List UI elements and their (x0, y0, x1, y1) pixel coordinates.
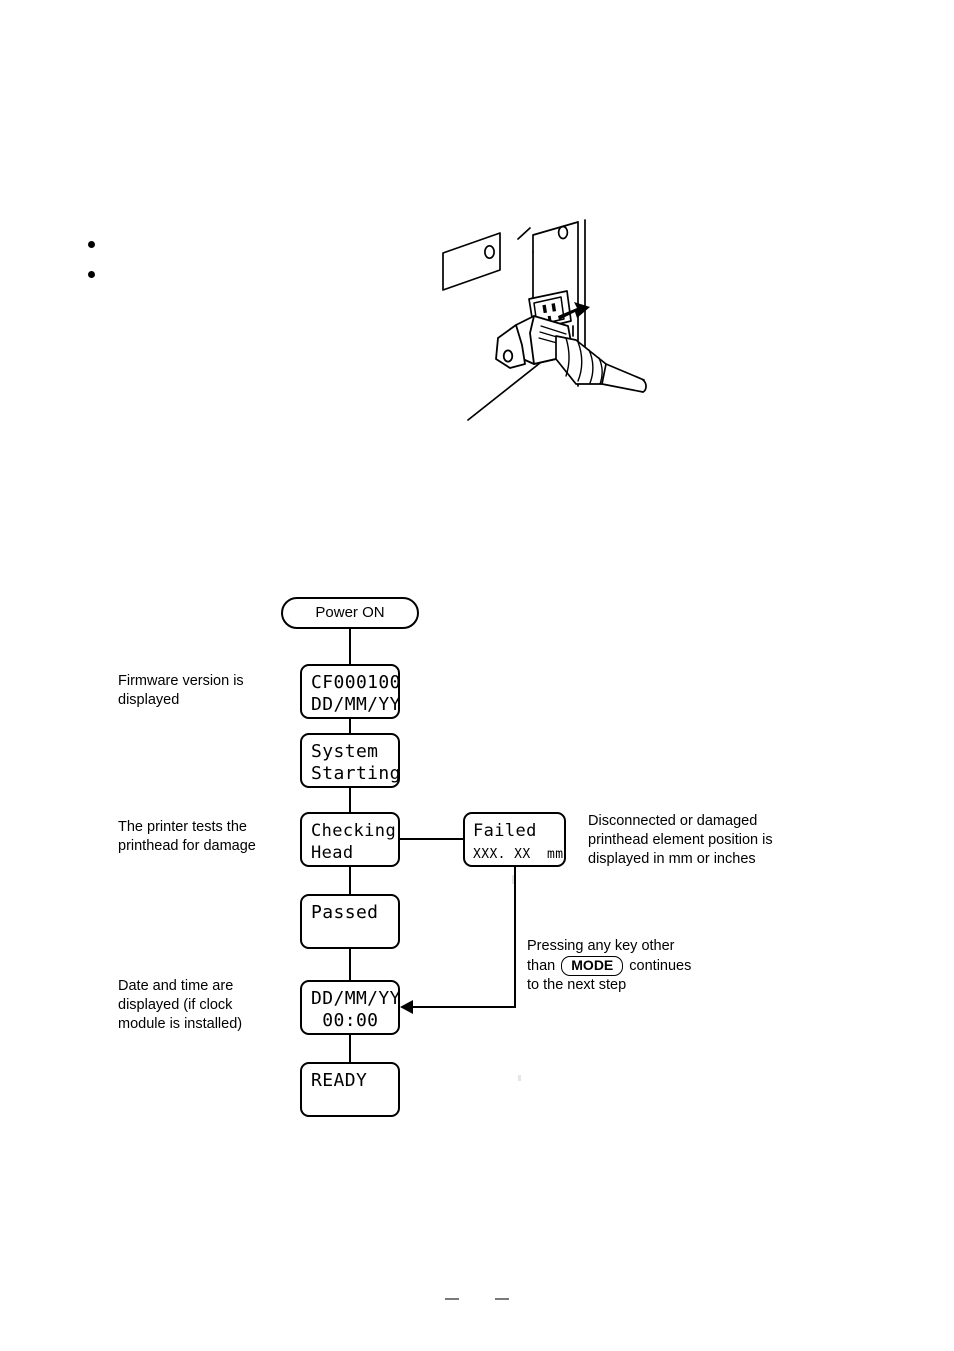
edge-system-starting-to-checking-head (349, 788, 351, 812)
annotation-line: Disconnected or damaged (588, 813, 758, 829)
annotation-printhead-test: The printer tests the printhead for dama… (118, 818, 348, 856)
scan-artifact (512, 875, 514, 884)
annotation-line: to the next step (527, 977, 627, 993)
flow-node-failed[interactable]: Failed XXX. XX mm (463, 812, 566, 867)
edge-checking-head-to-failed (400, 838, 463, 840)
flow-node-power-on[interactable]: Power ON (281, 597, 419, 629)
edge-checking-head-to-passed (349, 867, 351, 894)
footer-dash-left (444, 1297, 459, 1300)
flow-node-passed-label: Passed (311, 902, 379, 923)
flow-node-power-on-label: Power ON (315, 604, 385, 621)
edge-firmware-to-system-starting (349, 719, 351, 733)
edge-failed-down (514, 867, 516, 1007)
annotation-line: Date and time are (118, 978, 234, 994)
annotation-clock-module: Date and time are displayed (if clock mo… (118, 977, 348, 1034)
bullet-point-icon (88, 241, 95, 248)
arrow-head-icon (400, 1000, 413, 1014)
annotation-line: Pressing any key other (527, 938, 675, 954)
annotation-line: displayed (118, 692, 180, 708)
bullet-list (88, 236, 268, 296)
annotation-line: than (527, 958, 556, 974)
flow-node-system-starting-label: System Starting (311, 741, 401, 784)
annotation-line: printhead element position is (588, 832, 773, 848)
power-cord-insertion-illustration (430, 208, 670, 443)
annotation-line: displayed in mm or inches (588, 851, 756, 867)
annotation-line: module is installed) (118, 1016, 243, 1032)
scan-artifact (518, 1075, 521, 1081)
flow-node-failed-label: Failed XXX. XX mm (473, 821, 564, 862)
annotation-mode-key: Pressing any key other than MODE continu… (527, 937, 757, 995)
flow-node-system-starting[interactable]: System Starting (300, 733, 401, 788)
edge-passed-to-date-time (349, 949, 351, 980)
flow-node-ready-label: READY (311, 1070, 368, 1091)
list-item (88, 236, 268, 266)
annotation-line: printhead for damage (118, 838, 256, 854)
edge-date-time-to-ready (349, 1035, 351, 1062)
list-item (88, 266, 268, 296)
flow-node-ready[interactable]: READY (300, 1062, 400, 1117)
flow-node-passed[interactable]: Passed (300, 894, 400, 949)
bullet-point-icon (88, 271, 95, 278)
annotation-line: continues (629, 958, 692, 974)
edge-failed-to-date-time (413, 1006, 516, 1008)
annotation-line: Firmware version is (118, 673, 244, 689)
annotation-line: displayed (if clock (118, 997, 233, 1013)
footer-dash-right (495, 1297, 510, 1300)
annotation-line: The printer tests the (118, 819, 247, 835)
mode-key-chip[interactable]: MODE (561, 956, 624, 976)
annotation-failed-position: Disconnected or damaged printhead elemen… (588, 812, 848, 869)
footer-page-marks (0, 1290, 954, 1308)
annotation-firmware-version: Firmware version is displayed (118, 672, 348, 710)
power-on-sequence-flowchart: Power ON CF000100 DD/MM/YY System Starting… (0, 560, 954, 1160)
edge-power-on-to-firmware (349, 629, 351, 664)
